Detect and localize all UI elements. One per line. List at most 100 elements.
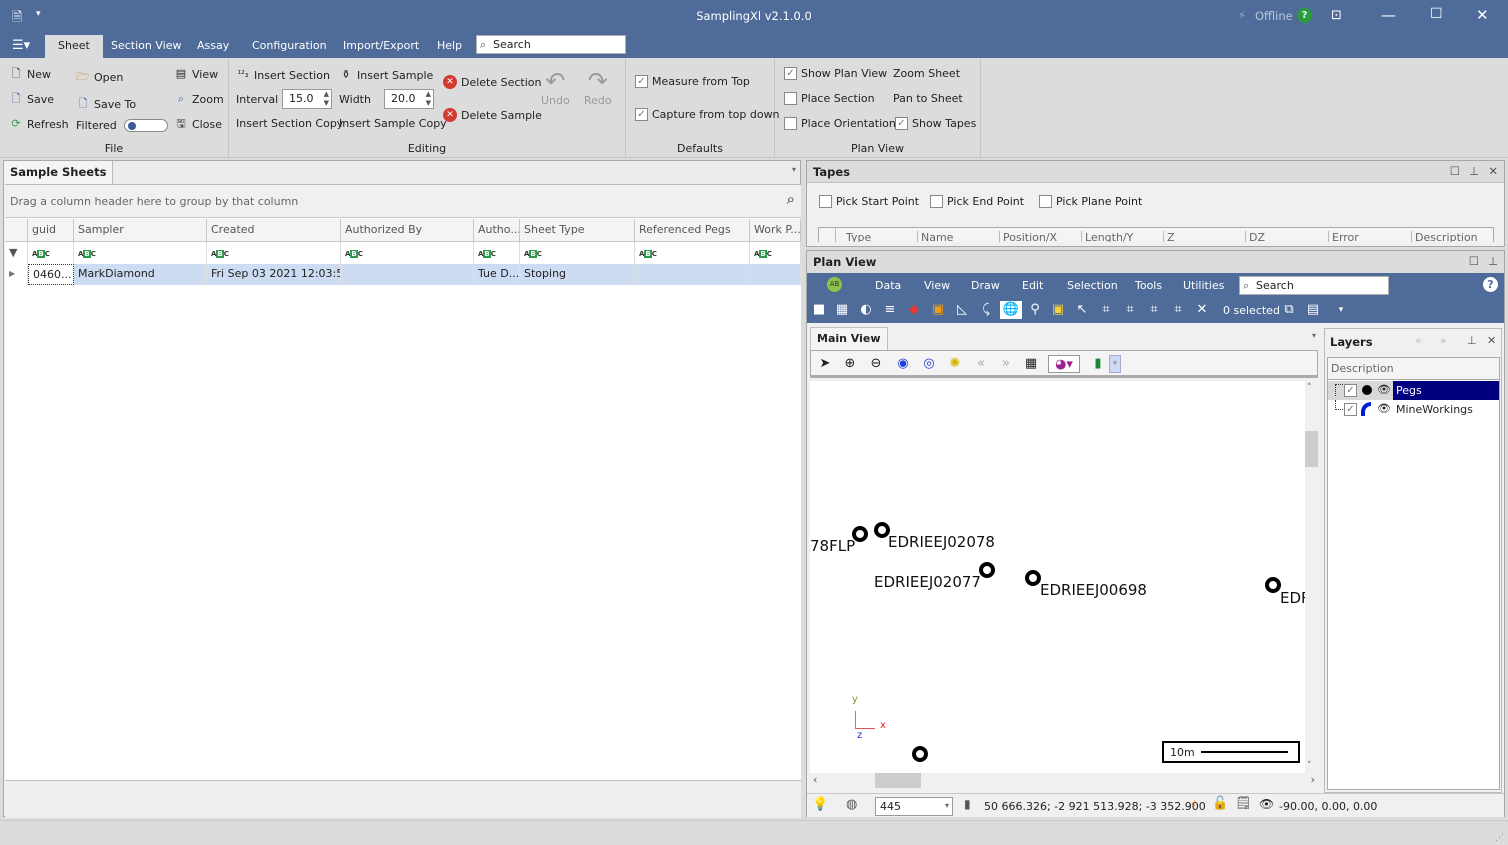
plan-view-search-input[interactable]: ⌕ Search [1239, 276, 1389, 295]
column-header-created[interactable]: Created [207, 219, 341, 241]
cell-authorized[interactable]: Tue D... [474, 264, 520, 285]
delete-section-button[interactable]: ✕ Delete Section [443, 75, 542, 89]
minimize-button[interactable]: — [1381, 6, 1396, 24]
pin-icon[interactable]: ⊥ [1469, 164, 1479, 178]
menu-data[interactable]: Data [875, 279, 901, 292]
dropdown-arrow-icon[interactable]: ▾ [945, 801, 949, 810]
layer-item-pegs[interactable]: ✓ 👁 Pegs [1328, 381, 1499, 400]
checkbox-unchecked[interactable] [784, 92, 797, 105]
interval-spinner[interactable]: 15.0 ▲ ▼ [282, 89, 332, 109]
column-header-authorized[interactable]: Autho... [474, 219, 520, 241]
float-icon[interactable]: ☐ [1450, 164, 1460, 178]
pick-start-point-checkbox[interactable]: Pick Start Point [819, 195, 919, 208]
cell-created[interactable]: Fri Sep 03 2021 12:03:5... [207, 264, 341, 285]
horizontal-scrollbar[interactable]: ‹ › [810, 773, 1318, 788]
tab-help[interactable]: Help [429, 35, 470, 58]
toolbar-overflow-icon[interactable]: ▾ [1332, 301, 1350, 319]
bookmark-icon[interactable]: ▮ [1089, 355, 1107, 373]
filter-cell-authorized[interactable]: ABC [474, 242, 520, 264]
globe-icon[interactable]: 🌐 [1000, 301, 1022, 319]
peg-marker[interactable] [1025, 570, 1041, 586]
tab-assay[interactable]: Assay [189, 35, 237, 58]
close-sheet-button[interactable]: 🖫 Close [174, 117, 222, 131]
previous-icon[interactable]: « [1415, 334, 1422, 347]
show-tapes-checkbox[interactable]: ✓ Show Tapes [895, 117, 976, 130]
column-header-sheet-type[interactable]: Sheet Type [520, 219, 635, 241]
next-extent-icon[interactable]: » [997, 355, 1015, 373]
open-button[interactable]: 🗁 Open [76, 70, 123, 84]
row-expand-icon[interactable]: ▶ [5, 264, 28, 285]
zoom-to-selection-icon[interactable]: ⧉ [1280, 301, 1298, 319]
checkbox-unchecked[interactable] [784, 117, 797, 130]
insert-sample-copy-button[interactable]: Insert Sample Copy [339, 117, 447, 130]
color-theme-dropdown[interactable]: ◕▾ [1048, 355, 1080, 373]
ribbon-search-input[interactable]: ⌕ Search [476, 35, 626, 54]
frame-icon[interactable]: ▣ [1049, 301, 1067, 319]
capture-top-down-checkbox[interactable]: ✓ Capture from top down [635, 108, 780, 121]
previous-extent-icon[interactable]: « [972, 355, 990, 373]
peg-marker[interactable] [1265, 577, 1281, 593]
delete-sample-button[interactable]: ✕ Delete Sample [443, 108, 542, 122]
axis-rotate-icon[interactable]: ⤹ [977, 301, 995, 319]
tapes-col-position-x[interactable]: Position/X [1000, 231, 1082, 242]
open-folder-icon[interactable]: ■ [810, 301, 828, 319]
layout-icon[interactable]: ⊡ [1331, 8, 1342, 23]
app-menu-icon[interactable]: ☰▾ [12, 38, 30, 53]
tapes-col-description[interactable]: Description [1412, 231, 1493, 242]
snap-icon[interactable]: ⁘ [1190, 797, 1199, 810]
map-pin-color-icon[interactable]: ◆ [905, 301, 923, 319]
filter-cell-work-place[interactable]: ABC [750, 242, 801, 264]
scroll-down-icon[interactable]: ˅ [1307, 761, 1312, 771]
column-header-authorized-by[interactable]: Authorized By [341, 219, 474, 241]
scale-combobox[interactable]: 445 ▾ [875, 797, 953, 816]
filter-cell-sheet-type[interactable]: ABC [520, 242, 635, 264]
checkbox-unchecked[interactable] [819, 195, 832, 208]
select-polygon-icon[interactable]: ⌗ [1145, 301, 1163, 319]
tab-dropdown-icon[interactable]: ▾ [1312, 331, 1316, 340]
menu-selection[interactable]: Selection [1067, 279, 1118, 292]
layers-icon[interactable]: ≡ [881, 301, 899, 319]
scroll-up-icon[interactable]: ˄ [1307, 383, 1312, 393]
scroll-left-icon[interactable]: ‹ [813, 773, 817, 786]
close-button[interactable]: ✕ [1476, 6, 1489, 24]
scroll-right-icon[interactable]: › [1311, 773, 1315, 786]
save-to-button[interactable]: 🗋 Save To [76, 97, 137, 111]
cell-sampler[interactable]: MarkDiamond [74, 264, 207, 285]
measure-angle-icon[interactable]: ◺ [953, 301, 971, 319]
lightbulb-icon[interactable]: 💡 [812, 797, 828, 812]
eye-icon[interactable]: 👁 [1377, 383, 1391, 396]
settings-gear-icon[interactable]: ✺ [946, 355, 964, 373]
layer-name[interactable]: MineWorkings [1393, 400, 1476, 419]
spinner-arrows-icon[interactable]: ▲ ▼ [324, 90, 329, 108]
help-icon[interactable]: ? [1297, 8, 1312, 23]
scrollbar-thumb[interactable] [875, 773, 921, 788]
undo-button[interactable]: ↶ Undo [541, 68, 570, 107]
tab-configuration[interactable]: Configuration [244, 35, 335, 58]
column-header-referenced-pegs[interactable]: Referenced Pegs [635, 219, 750, 241]
checkbox-checked[interactable]: ✓ [635, 108, 648, 121]
select-point-icon[interactable]: ↖ [1073, 301, 1091, 319]
menu-edit[interactable]: Edit [1022, 279, 1043, 292]
view-button[interactable]: ▤ View [174, 67, 218, 81]
checkbox-unchecked[interactable] [1039, 195, 1052, 208]
checkbox-unchecked[interactable] [930, 195, 943, 208]
vertical-scrollbar[interactable]: ˄ ˅ [1305, 381, 1318, 773]
checkbox-checked[interactable]: ✓ [635, 75, 648, 88]
globe-zoom-extent-icon[interactable]: ◎ [920, 355, 938, 373]
close-icon[interactable]: ✕ [1488, 164, 1498, 178]
menu-view[interactable]: View [924, 279, 950, 292]
cell-authorized-by[interactable] [341, 264, 474, 285]
help-icon[interactable]: ? [1483, 277, 1498, 292]
close-icon[interactable]: ✕ [1487, 334, 1496, 347]
sample-sheets-tab[interactable]: Sample Sheets [4, 161, 114, 184]
table-row[interactable]: ▶ 0460... MarkDiamond Fri Sep 03 2021 12… [5, 264, 801, 285]
pick-plane-point-checkbox[interactable]: Pick Plane Point [1039, 195, 1142, 208]
layer-name[interactable]: Pegs [1393, 381, 1499, 400]
pan-to-sheet-button[interactable]: Pan to Sheet [893, 92, 963, 105]
note-icon[interactable]: 🗒 [1235, 796, 1252, 811]
insert-section-button[interactable]: ¹²₃ Insert Section [236, 68, 330, 82]
menu-tools[interactable]: Tools [1135, 279, 1162, 292]
next-icon[interactable]: » [1440, 334, 1447, 347]
checkbox-checked[interactable]: ✓ [784, 67, 797, 80]
insert-sample-button[interactable]: ⚱ Insert Sample [339, 68, 433, 82]
